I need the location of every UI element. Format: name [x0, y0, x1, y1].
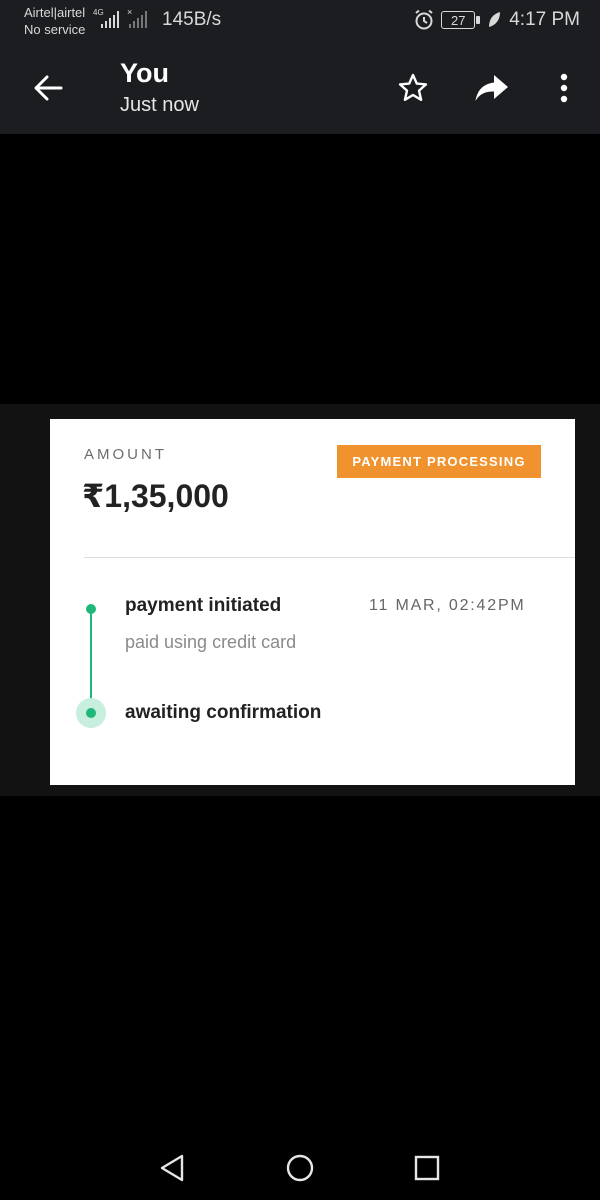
- amount-value: ₹1,35,000: [82, 478, 229, 514]
- navigation-bar: [0, 1134, 600, 1200]
- amount-label: AMOUNT: [84, 446, 167, 463]
- signal-icon: 4G ×: [93, 7, 147, 28]
- step-subtitle: paid using credit card: [125, 632, 297, 652]
- clock: 4:17 PM: [509, 9, 580, 30]
- status-right: 27 4:17 PM: [413, 6, 580, 34]
- star-icon: [398, 73, 428, 101]
- nav-recents-icon: [414, 1155, 440, 1181]
- share-button[interactable]: [470, 66, 514, 110]
- network-speed: 145B/s: [162, 9, 222, 30]
- carrier-name: Airtel|airtel: [24, 5, 86, 20]
- title-block: You Just now: [120, 56, 199, 118]
- app-bar: You Just now: [0, 42, 600, 134]
- nav-back-button[interactable]: [150, 1146, 194, 1190]
- status-bar: Airtel|airtel No service 4G × 145B/s 27 …: [0, 0, 600, 42]
- nav-recents-button[interactable]: [405, 1146, 449, 1190]
- timeline-dot-awaiting: [86, 708, 96, 718]
- nav-home-icon: [286, 1154, 314, 1182]
- nav-home-button[interactable]: [278, 1146, 322, 1190]
- step-title: payment initiated: [125, 595, 282, 616]
- leaf-icon: [489, 12, 501, 27]
- svg-text:×: ×: [127, 7, 132, 17]
- carrier-service: No service: [24, 22, 86, 37]
- carrier-info: Airtel|airtel No service: [24, 4, 85, 38]
- back-button[interactable]: [26, 66, 70, 110]
- step-timestamp: 11 MAR, 02:42PM: [369, 597, 526, 614]
- share-icon: [475, 75, 508, 101]
- divider: [84, 557, 575, 558]
- status-badge: PAYMENT PROCESSING: [337, 445, 541, 478]
- nav-back-icon: [160, 1154, 184, 1182]
- back-arrow-icon: [34, 75, 63, 101]
- more-vert-icon: [560, 73, 568, 103]
- star-button[interactable]: [391, 66, 435, 110]
- battery-icon: 27: [441, 10, 481, 30]
- image-viewer[interactable]: AMOUNT ₹1,35,000 PAYMENT PROCESSING paym…: [0, 134, 600, 1134]
- page-subtitle: Just now: [120, 94, 199, 116]
- timeline-dot-initiated: [86, 604, 96, 614]
- page-title: You: [120, 58, 169, 88]
- payment-card: AMOUNT ₹1,35,000 PAYMENT PROCESSING paym…: [50, 419, 575, 785]
- shared-image[interactable]: AMOUNT ₹1,35,000 PAYMENT PROCESSING paym…: [0, 404, 600, 796]
- more-options-button[interactable]: [542, 66, 586, 110]
- step-title: awaiting confirmation: [125, 702, 322, 723]
- network-type-label: 4G: [93, 8, 104, 17]
- battery-level: 27: [441, 11, 476, 29]
- alarm-icon: [415, 9, 433, 30]
